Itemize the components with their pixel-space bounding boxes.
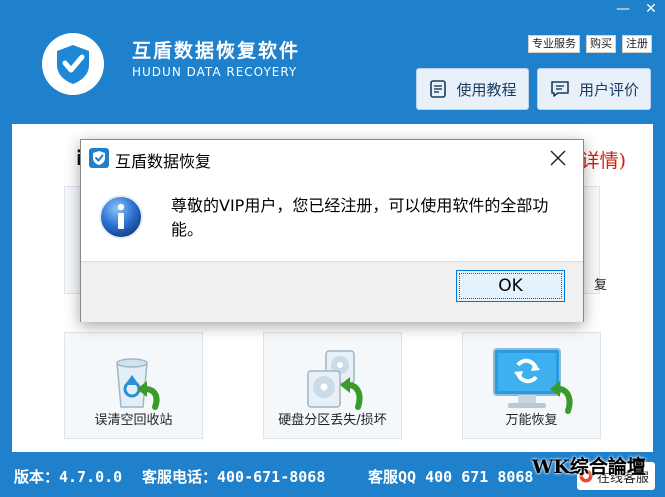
window-controls: — ✕ xyxy=(609,0,665,22)
comment-icon xyxy=(551,81,569,97)
vip-registered-dialog: 互盾数据恢复 尊敬的VIP用户，您已经注册，可以使用软件的全部功能。 OK xyxy=(80,139,584,322)
footer-version: 版本：4.7.0.0 xyxy=(14,468,123,486)
review-label: 用户评价 xyxy=(578,80,639,99)
tile-universal-recovery[interactable]: 万能恢复 xyxy=(462,332,601,439)
dialog-close-icon[interactable] xyxy=(546,146,570,170)
close-button[interactable]: ✕ xyxy=(637,0,665,20)
app-title: 互盾数据恢复软件 xyxy=(132,40,301,62)
footer-qq: 客服QQ 400 671 8068 xyxy=(368,468,534,486)
dialog-body: 尊敬的VIP用户，您已经注册，可以使用软件的全部功能。 xyxy=(81,180,583,261)
register-link[interactable]: 注册 xyxy=(622,35,652,53)
tile-universal-recovery-label: 万能恢复 xyxy=(505,413,558,428)
buy-link[interactable]: 购买 xyxy=(586,35,616,53)
top-links: 专业服务 购买 注册 xyxy=(528,35,652,53)
app-logo-icon xyxy=(42,33,104,95)
dialog-footer: OK xyxy=(81,261,583,322)
forum-watermark: WK综合論壇 xyxy=(532,456,646,478)
app-window: — ✕ 互盾数据恢复软件 HUDUN DATA RECOYERY 专业服务 购买… xyxy=(0,0,665,497)
dialog-message: 尊敬的VIP用户，您已经注册，可以使用软件的全部功能。 xyxy=(171,196,549,239)
dialog-title: 互盾数据恢复 xyxy=(115,152,212,171)
minimize-button[interactable]: — xyxy=(609,0,637,20)
app-subtitle: HUDUN DATA RECOYERY xyxy=(132,65,298,79)
ok-button[interactable]: OK xyxy=(456,270,565,302)
tile-disk-partition-label: 硬盘分区丢失/损坏 xyxy=(278,413,387,428)
review-button[interactable]: 用户评价 xyxy=(537,68,651,110)
tile-recycle-bin-label: 误清空回收站 xyxy=(94,413,173,428)
tile-disk-partition[interactable]: 硬盘分区丢失/损坏 xyxy=(263,332,402,439)
recycle-bin-icon xyxy=(115,358,160,410)
info-icon xyxy=(99,195,143,239)
document-icon xyxy=(430,80,447,98)
tutorial-label: 使用教程 xyxy=(456,80,517,99)
banner-details-link[interactable]: 详情) xyxy=(581,146,626,173)
recovery-card-hidden-label: 复 xyxy=(594,278,608,293)
tile-recycle-bin[interactable]: 误清空回收站 xyxy=(64,332,203,439)
footer-phone: 客服电话：400-671-8068 xyxy=(142,468,326,486)
dialog-app-icon xyxy=(89,148,109,168)
tutorial-button[interactable]: 使用教程 xyxy=(416,68,529,110)
universal-recovery-icon xyxy=(492,348,573,414)
disk-partition-icon xyxy=(306,350,363,410)
dialog-titlebar: 互盾数据恢复 xyxy=(81,140,583,180)
service-link[interactable]: 专业服务 xyxy=(528,35,580,53)
